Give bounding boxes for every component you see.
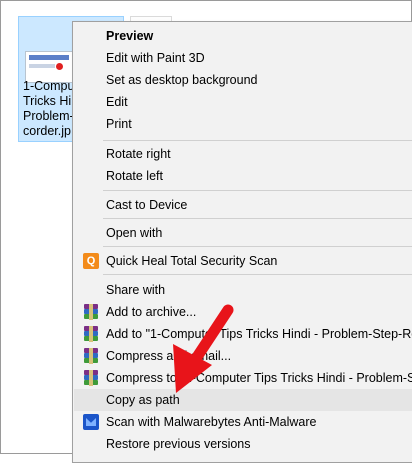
menu-separator (103, 274, 412, 275)
menu-item-label: Preview (106, 29, 154, 43)
winrar-icon (83, 304, 99, 320)
menu-item-preview[interactable]: Preview (74, 25, 412, 47)
menu-item-label: Copy as path (106, 393, 180, 407)
menu-item-rotate-left[interactable]: Rotate left (74, 165, 412, 187)
menu-item-label: Edit with Paint 3D (106, 51, 205, 65)
menu-separator (103, 190, 412, 191)
menu-item-add-to-rar[interactable]: Add to "1-Computer Tips Tricks Hindi - P… (74, 323, 412, 345)
thumbnail-line (29, 64, 55, 68)
menu-item-set-as-desktop-background[interactable]: Set as desktop background (74, 69, 412, 91)
menu-item-rotate-right[interactable]: Rotate right (74, 143, 412, 165)
winrar-icon (83, 370, 99, 386)
winrar-icon (83, 326, 99, 342)
menu-item-compress-and-email[interactable]: Compress and email... (74, 345, 412, 367)
menu-item-restore-previous-versions[interactable]: Restore previous versions (74, 433, 412, 455)
menu-item-cast-to-device[interactable]: Cast to Device (74, 194, 412, 216)
menu-separator (103, 246, 412, 247)
menu-item-label: Restore previous versions (106, 437, 251, 451)
menu-item-label: Compress and email... (106, 349, 232, 363)
malwarebytes-icon (83, 414, 99, 430)
menu-item-label: Print (106, 117, 132, 131)
menu-item-label: Add to archive... (106, 305, 197, 319)
thumbnail-titlebar (29, 55, 69, 60)
menu-item-print[interactable]: Print (74, 113, 412, 135)
context-menu: Preview Edit with Paint 3D Set as deskto… (72, 21, 412, 463)
menu-item-edit-with-paint-3d[interactable]: Edit with Paint 3D (74, 47, 412, 69)
menu-item-quick-heal-scan[interactable]: Q Quick Heal Total Security Scan (74, 250, 412, 272)
thumbnail-red-mark (56, 63, 63, 70)
menu-item-label: Rotate left (106, 169, 163, 183)
menu-item-label: Open with (106, 226, 163, 240)
menu-item-edit[interactable]: Edit (74, 91, 412, 113)
menu-item-label: Quick Heal Total Security Scan (106, 254, 278, 268)
menu-separator (103, 140, 412, 141)
menu-item-scan-with-malwarebytes[interactable]: Scan with Malwarebytes Anti-Malware (74, 411, 412, 433)
menu-item-add-to-archive[interactable]: Add to archive... (74, 301, 412, 323)
menu-item-label: Cast to Device (106, 198, 188, 212)
menu-item-label: Rotate right (106, 147, 171, 161)
menu-item-label: Compress to "1-Computer Tips Tricks Hind… (106, 371, 412, 385)
menu-item-label: Share with (106, 283, 166, 297)
menu-item-open-with[interactable]: Open with (74, 222, 412, 244)
winrar-icon (83, 348, 99, 364)
menu-item-label: Add to "1-Computer Tips Tricks Hindi - P… (106, 327, 412, 341)
menu-item-compress-to-rar-and-email[interactable]: Compress to "1-Computer Tips Tricks Hind… (74, 367, 412, 389)
menu-item-label: Scan with Malwarebytes Anti-Malware (106, 415, 317, 429)
menu-item-label: Set as desktop background (106, 73, 258, 87)
menu-item-label: Edit (106, 95, 128, 109)
menu-separator (103, 218, 412, 219)
quick-heal-icon: Q (83, 253, 99, 269)
menu-item-share-with[interactable]: Share with (74, 279, 412, 301)
menu-item-copy-as-path[interactable]: Copy as path (74, 389, 412, 411)
